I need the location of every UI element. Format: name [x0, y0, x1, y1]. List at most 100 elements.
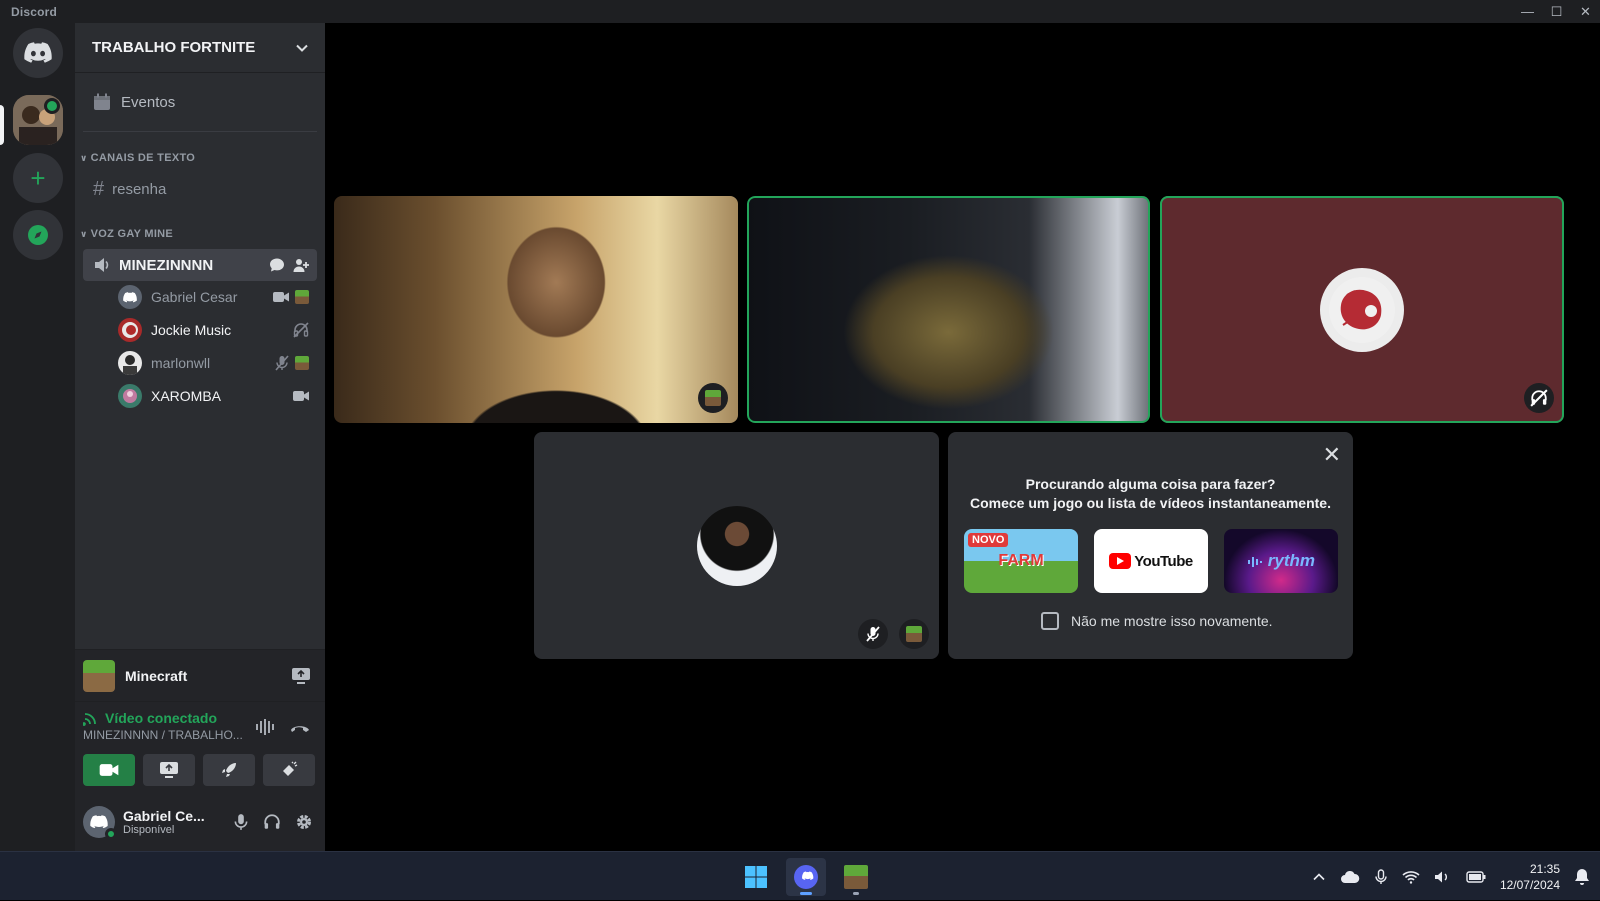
deafened-icon	[293, 322, 309, 338]
share-screen-button[interactable]	[143, 754, 195, 786]
events-link[interactable]: Eventos	[83, 85, 317, 119]
minecraft-activity-badge	[698, 383, 728, 413]
noise-suppression-icon[interactable]	[255, 718, 275, 736]
home-button[interactable]	[13, 28, 63, 78]
screen-share-icon	[160, 762, 178, 778]
start-button[interactable]	[736, 858, 776, 896]
deafened-icon	[1530, 389, 1548, 407]
member-status-icons	[273, 290, 309, 304]
maximize-button[interactable]: ☐	[1542, 0, 1571, 23]
avatar	[118, 318, 142, 342]
music-bot-icon	[1329, 276, 1395, 343]
category-text-channels[interactable]: ∨ CANAIS DE TEXTO	[80, 152, 195, 164]
audio-wave-icon	[1248, 556, 1263, 567]
avatar	[118, 351, 142, 375]
rythm-logo: rythm	[1247, 551, 1315, 571]
events-label: Eventos	[121, 93, 176, 111]
windows-logo-icon	[745, 866, 767, 888]
taskbar-minecraft[interactable]	[836, 858, 876, 896]
minecraft-icon	[83, 659, 115, 692]
dont-show-again[interactable]: Não me mostre isso novamente.	[1041, 612, 1273, 630]
camera-icon	[99, 764, 119, 776]
taskbar-apps	[736, 858, 876, 896]
avatar[interactable]	[83, 806, 117, 840]
channel-resenha[interactable]: # resenha	[83, 173, 317, 205]
close-icon[interactable]: ✕	[1323, 442, 1341, 468]
activity-options: NOVO FARM YouTube rythm	[964, 529, 1338, 593]
music-bot-icon	[122, 322, 138, 338]
close-window-button[interactable]: ✕	[1571, 0, 1600, 23]
avatar	[118, 384, 142, 408]
voice-member[interactable]: Jockie Music	[118, 315, 317, 345]
activity-farm-merge-valley[interactable]: NOVO FARM	[964, 529, 1078, 593]
disconnect-icon[interactable]	[289, 720, 311, 734]
wifi-icon[interactable]	[1402, 870, 1420, 884]
member-name: XAROMBA	[151, 388, 222, 404]
camera-icon	[293, 391, 309, 401]
activity-name: FARM	[998, 552, 1044, 569]
activities-button[interactable]	[203, 754, 255, 786]
muted-icon	[275, 355, 289, 371]
explore-servers-button[interactable]	[13, 210, 63, 260]
video-tile-xaromba[interactable]	[747, 196, 1150, 423]
battery-icon[interactable]	[1466, 870, 1486, 883]
taskbar-discord[interactable]	[786, 858, 826, 896]
speaker-icon	[95, 258, 109, 272]
window-title: Discord	[11, 4, 58, 19]
gear-icon[interactable]	[295, 813, 313, 831]
category-voice[interactable]: ∨ VOZ GAY MINE	[80, 228, 173, 240]
muted-icon	[866, 626, 880, 642]
volume-icon[interactable]	[1434, 870, 1452, 884]
server-icon-trabalho-fortnite[interactable]	[13, 95, 63, 145]
clock[interactable]: 21:35 12/07/2024	[1500, 861, 1560, 893]
user-controls	[233, 813, 313, 831]
activity-rythm[interactable]: rythm	[1224, 529, 1338, 593]
clock-date: 12/07/2024	[1499, 877, 1560, 892]
activity-youtube[interactable]: YouTube	[1094, 529, 1208, 593]
voice-member[interactable]: Gabriel Cesar	[118, 282, 317, 312]
voice-member[interactable]: XAROMBA	[118, 381, 317, 411]
server-rail: +	[0, 23, 75, 851]
headphones-icon[interactable]	[263, 813, 281, 831]
member-status-icons	[293, 390, 309, 402]
chat-bubble-icon[interactable]	[269, 257, 285, 273]
discord-app-icon	[794, 865, 818, 889]
checkbox-label: Não me mostre isso novamente.	[1071, 613, 1273, 629]
onedrive-cloud-icon[interactable]	[1340, 870, 1360, 884]
camera-toggle-button[interactable]	[83, 754, 135, 786]
voice-status-label: Vídeo conectado	[105, 710, 218, 726]
video-tile-jockie-music[interactable]	[1160, 196, 1564, 423]
youtube-logo: YouTube	[1109, 553, 1193, 570]
voice-member[interactable]: marlonwll	[118, 348, 317, 378]
chevron-down-icon: ∨	[80, 228, 88, 239]
channel-name: resenha	[112, 180, 167, 198]
voice-activity-badge	[44, 98, 60, 114]
game-activity-bar: Minecraft	[75, 649, 325, 701]
user-info[interactable]: Gabriel Ce... Disponível	[123, 808, 205, 836]
minimize-button[interactable]: —	[1513, 0, 1542, 23]
category-label: VOZ GAY MINE	[90, 228, 174, 240]
invite-member-icon[interactable]	[293, 257, 309, 273]
add-server-button[interactable]: +	[13, 153, 63, 203]
server-name: TRABALHO FORTNITE	[92, 39, 256, 56]
discord-logo-icon	[24, 42, 52, 63]
deafened-badge	[1524, 383, 1554, 413]
rocket-icon	[222, 763, 236, 777]
video-tile-marlonwll[interactable]	[534, 432, 939, 659]
discord-logo-icon	[123, 291, 137, 302]
voice-channel-minezinnnn[interactable]: MINEZINNNN	[83, 249, 317, 281]
soundboard-button[interactable]	[263, 754, 315, 786]
dont-show-again-checkbox[interactable]	[1041, 612, 1059, 630]
user-photo-icon	[123, 389, 137, 403]
notification-bell-icon[interactable]	[1574, 868, 1590, 886]
video-tile-gabriel[interactable]	[334, 196, 738, 423]
game-name: Minecraft	[125, 667, 188, 684]
suggestion-title: Procurando alguma coisa para fazer?	[1025, 476, 1276, 492]
voice-channel-name: MINEZINNNN	[119, 256, 214, 274]
microphone-icon[interactable]	[233, 813, 249, 831]
server-header[interactable]: TRABALHO FORTNITE	[75, 23, 325, 73]
stream-game-icon[interactable]	[291, 667, 311, 685]
microphone-icon[interactable]	[1374, 868, 1388, 885]
selected-server-indicator	[0, 105, 4, 145]
chevron-up-icon[interactable]	[1312, 870, 1326, 884]
